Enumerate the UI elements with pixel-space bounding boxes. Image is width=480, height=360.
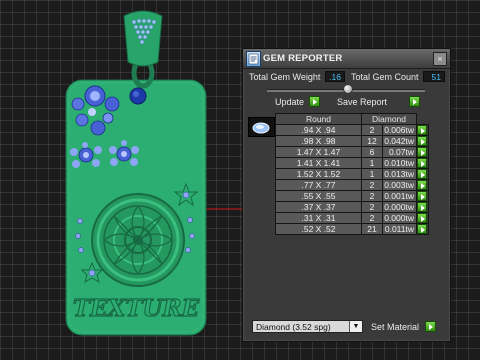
gem-size-cell: .37 X .37 [275, 201, 362, 213]
gem-weight-cell: 0.042tw [382, 135, 417, 147]
gem-count-cell: 2 [361, 201, 383, 213]
gem-size-cell: .31 X .31 [275, 212, 362, 224]
row-select-cell [416, 190, 429, 202]
gem-weight-cell: 0.013tw [382, 168, 417, 180]
green-arrow-icon[interactable] [417, 136, 427, 146]
update-button-label[interactable]: Update [275, 96, 304, 108]
gem-size-cell: .55 X .55 [275, 190, 362, 202]
gem-table-row[interactable]: 1.52 X 1.52 1 0.013tw [275, 168, 429, 180]
engraved-text: TEXTURE [73, 295, 200, 322]
gem-report-app-icon [246, 51, 261, 67]
set-material-arrow-icon[interactable] [425, 321, 436, 332]
gem-count-cell: 6 [361, 146, 383, 158]
gem-table-row[interactable]: .77 X .77 2 0.003tw [275, 179, 429, 191]
engraved-medallion [91, 193, 185, 287]
gem-table-row[interactable]: 1.41 X 1.41 1 0.010tw [275, 157, 429, 169]
gem-weight-cell: 0.006tw [382, 124, 417, 136]
gem-weight-cell: 0.000tw [382, 212, 417, 224]
green-arrow-icon[interactable] [417, 191, 427, 201]
panel-title: GEM REPORTER [263, 53, 343, 64]
header-material: Diamond [361, 113, 417, 125]
green-arrow-icon[interactable] [417, 147, 427, 157]
gem-count-cell: 21 [361, 223, 383, 235]
gem-weight-cell: 0.07tw [382, 146, 417, 158]
total-gem-weight-label: Total Gem Weight [249, 72, 321, 82]
gem-table-row[interactable]: .98 X .98 12 0.042tw [275, 135, 429, 147]
gem-weight-cell: 0.001tw [382, 190, 417, 202]
gem-size-cell: 1.41 X 1.41 [275, 157, 362, 169]
gem-table: Round Diamond .94 X .94 2 0.006tw .98 X .98… [275, 113, 429, 235]
green-arrow-icon[interactable] [417, 224, 427, 234]
row-select-cell [416, 201, 429, 213]
gem-count-cell: 2 [361, 212, 383, 224]
gem-reporter-panel: GEM REPORTER × Total Gem Weight .16 Tota… [242, 48, 451, 342]
gem-count-cell: 1 [361, 157, 383, 169]
gem-count-cell: 1 [361, 168, 383, 180]
gem-size-cell: .77 X .77 [275, 179, 362, 191]
gem-size-cell: 1.47 X 1.47 [275, 146, 362, 158]
gem-size-cell: .98 X .98 [275, 135, 362, 147]
row-select-cell [416, 135, 429, 147]
green-arrow-icon[interactable] [417, 202, 427, 212]
gem-count-cell: 2 [361, 124, 383, 136]
gem-table-row[interactable]: .52 X .52 21 0.011tw [275, 223, 429, 235]
row-select-cell [416, 223, 429, 235]
green-arrow-icon[interactable] [417, 169, 427, 179]
total-gem-count-value: 51 [423, 71, 445, 82]
round-gem-icon[interactable] [248, 117, 275, 137]
gem-count-cell: 12 [361, 135, 383, 147]
row-select-cell [416, 157, 429, 169]
green-arrow-icon[interactable] [417, 213, 427, 223]
total-gem-count-label: Total Gem Count [351, 72, 419, 82]
gem-weight-cell: 0.010tw [382, 157, 417, 169]
app-stage: TEXTURE GEM REPORTER × Total Gem Weight … [0, 0, 480, 360]
size-slider-thumb[interactable] [343, 84, 353, 94]
row-select-cell [416, 124, 429, 136]
row-select-cell [416, 146, 429, 158]
green-arrow-icon[interactable] [417, 180, 427, 190]
gem-table-row[interactable]: 1.47 X 1.47 6 0.07tw [275, 146, 429, 158]
save-report-arrow-icon[interactable] [409, 96, 420, 107]
gem-size-cell: .52 X .52 [275, 223, 362, 235]
total-gem-weight-value: .16 [325, 71, 345, 82]
row-select-cell [416, 179, 429, 191]
gem-table-row[interactable]: .37 X .37 2 0.000tw [275, 201, 429, 213]
gem-size-cell: .94 X .94 [275, 124, 362, 136]
row-select-cell [416, 212, 429, 224]
close-icon[interactable]: × [433, 52, 447, 66]
gem-size-cell: 1.52 X 1.52 [275, 168, 362, 180]
gem-weight-cell: 0.011tw [382, 223, 417, 235]
green-arrow-icon[interactable] [417, 158, 427, 168]
gem-table-row[interactable]: .55 X .55 2 0.001tw [275, 190, 429, 202]
update-arrow-icon[interactable] [309, 96, 320, 107]
set-material-button-label[interactable]: Set Material [371, 321, 419, 333]
material-dropdown-value: Diamond (3.52 spg) [256, 322, 331, 332]
gem-weight-cell: 0.003tw [382, 179, 417, 191]
gem-count-cell: 2 [361, 190, 383, 202]
green-arrow-icon[interactable] [417, 125, 427, 135]
gem-table-row[interactable]: .94 X .94 2 0.006tw [275, 124, 429, 136]
dropdown-arrow-icon[interactable]: ▼ [349, 321, 362, 332]
save-report-button-label[interactable]: Save Report [337, 96, 387, 108]
row-select-cell [416, 168, 429, 180]
gem-table-header-row: Round Diamond [275, 113, 429, 125]
material-dropdown[interactable]: Diamond (3.52 spg) ▼ [252, 320, 363, 333]
panel-titlebar[interactable]: GEM REPORTER × [243, 49, 450, 69]
gem-count-cell: 2 [361, 179, 383, 191]
gem-table-row[interactable]: .31 X .31 2 0.000tw [275, 212, 429, 224]
gem-weight-cell: 0.000tw [382, 201, 417, 213]
header-shape: Round [275, 113, 362, 125]
